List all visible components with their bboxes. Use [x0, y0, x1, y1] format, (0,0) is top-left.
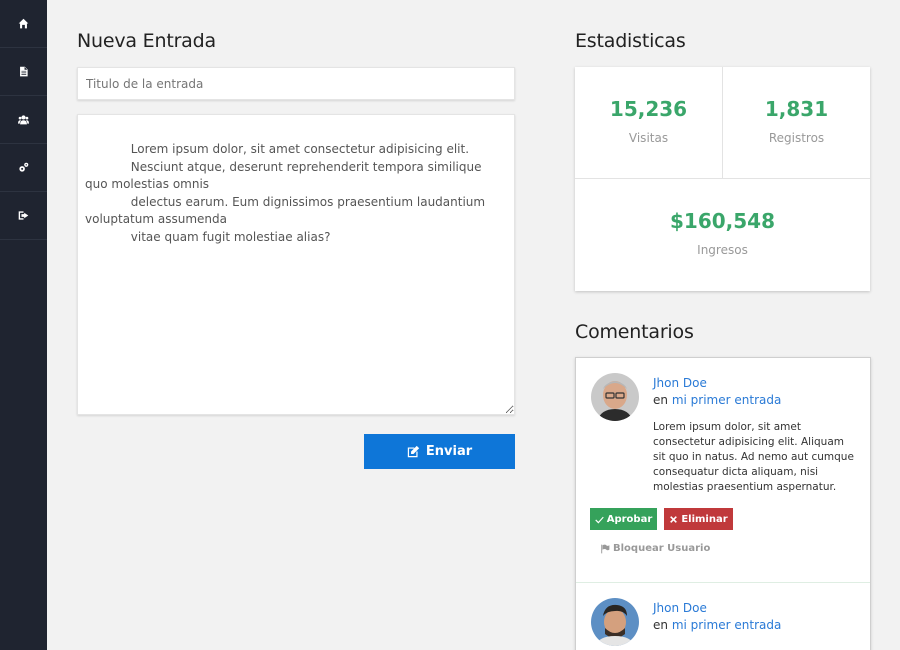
comment-post-link[interactable]: mi primer entrada: [672, 393, 782, 407]
new-entry-title: Nueva Entrada: [77, 30, 216, 52]
flag-icon: [601, 544, 610, 553]
block-user-link[interactable]: Bloquear Usuario: [600, 543, 710, 554]
send-button[interactable]: Enviar: [364, 434, 515, 469]
stat-registrations: 1,831 Registros: [723, 97, 870, 145]
entry-body-textarea[interactable]: Lorem ipsum dolor, sit amet consectetur …: [77, 114, 515, 415]
comment-on-label: en: [653, 618, 668, 632]
comment-author[interactable]: Jhon Doe: [653, 376, 707, 390]
approve-button-label: Aprobar: [606, 513, 653, 525]
delete-button-label: Eliminar: [681, 513, 728, 525]
delete-button[interactable]: Eliminar: [664, 508, 733, 530]
stat-visits-value: 15,236: [609, 97, 688, 121]
document-icon: [20, 66, 28, 77]
block-user-label: Bloquear Usuario: [613, 543, 711, 554]
sidebar-item-logout[interactable]: [0, 192, 47, 240]
edit-icon: [407, 445, 420, 458]
comments-panel: Jhon Doe en mi primer entrada Lorem ipsu…: [575, 357, 871, 650]
entry-title-input[interactable]: [77, 67, 515, 100]
comment-post-link[interactable]: mi primer entrada: [672, 618, 782, 632]
sidebar: [0, 0, 47, 650]
stat-income-value: $160,548: [669, 209, 775, 233]
avatar: [591, 598, 639, 646]
comment-item: Jhon Doe en mi primer entrada Lorem ipsu…: [576, 358, 870, 582]
sidebar-item-entries[interactable]: [0, 48, 47, 96]
stat-income-label: Ingresos: [697, 243, 748, 257]
comments-title: Comentarios: [575, 321, 694, 343]
sidebar-item-home[interactable]: [0, 0, 47, 48]
stats-card: 15,236 Visitas 1,831 Registros $160,548 …: [575, 67, 870, 291]
sidebar-item-users[interactable]: [0, 96, 47, 144]
stat-visits: 15,236 Visitas: [575, 97, 722, 145]
comment-text: Lorem ipsum dolor, sit amet consectetur …: [653, 421, 854, 493]
stat-registrations-value: 1,831: [764, 97, 829, 121]
stat-income: $160,548 Ingresos: [575, 209, 870, 257]
close-icon: [670, 515, 678, 523]
cogs-icon: [19, 162, 29, 172]
send-button-label: Enviar: [425, 444, 473, 459]
home-icon: [18, 18, 29, 29]
comment-meta: en mi primer entrada: [653, 393, 781, 407]
stat-registrations-label: Registros: [768, 131, 825, 145]
comment-on-label: en: [653, 393, 668, 407]
stat-visits-label: Visitas: [628, 131, 669, 145]
check-icon: [595, 516, 604, 523]
stats-divider-horizontal: [575, 178, 870, 179]
comment-meta: en mi primer entrada: [653, 618, 781, 632]
stats-title: Estadisticas: [575, 30, 686, 52]
avatar: [591, 373, 639, 421]
approve-button[interactable]: Aprobar: [590, 508, 657, 530]
sign-out-icon: [18, 211, 29, 220]
sidebar-item-settings[interactable]: [0, 144, 47, 192]
comment-item: Jhon Doe en mi primer entrada: [576, 583, 870, 650]
users-icon: [18, 115, 29, 125]
comment-author[interactable]: Jhon Doe: [653, 601, 707, 615]
